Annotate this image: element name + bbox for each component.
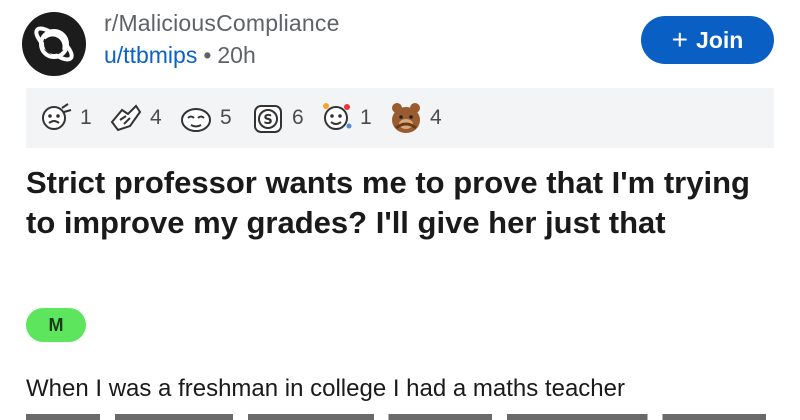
join-label: Join: [696, 26, 744, 53]
award-2-icon: [110, 104, 142, 132]
post-body-cutoff: [26, 408, 786, 420]
award-item[interactable]: 1: [36, 88, 92, 148]
post-header: r/MaliciousCompliance u/ttbmips • 20h + Jo…: [14, 8, 786, 80]
meta-separator: •: [203, 42, 212, 68]
post-age: 20h: [217, 42, 256, 68]
plus-icon: +: [671, 24, 689, 55]
post-title[interactable]: Strict professor wants me to prove that …: [26, 163, 786, 243]
award-count: 6: [292, 106, 304, 129]
join-button[interactable]: + Join: [641, 16, 774, 64]
post-flair[interactable]: M: [26, 308, 86, 342]
planet-icon: [34, 26, 74, 62]
award-5-icon: [323, 103, 352, 130]
subreddit-name[interactable]: r/MaliciousCompliance: [104, 10, 340, 37]
award-item[interactable]: 4: [106, 88, 162, 148]
award-1-icon: [42, 103, 72, 130]
award-count: 4: [430, 106, 442, 129]
award-6-icon: [392, 103, 420, 133]
author-link[interactable]: u/ttbmips: [104, 42, 197, 68]
award-count: 1: [360, 106, 372, 129]
award-item[interactable]: 4: [386, 88, 442, 148]
svg-text:S: S: [263, 113, 272, 128]
award-item[interactable]: 5: [176, 88, 232, 148]
subreddit-avatar[interactable]: [22, 12, 86, 76]
award-3-icon: [181, 108, 211, 132]
award-count: 1: [80, 106, 92, 129]
post-meta: u/ttbmips • 20h: [104, 42, 256, 69]
award-count: 5: [220, 106, 232, 129]
award-item[interactable]: 1: [316, 88, 372, 148]
award-item[interactable]: S 6: [248, 88, 304, 148]
awards-bar[interactable]: 1 4 5 S 6 1 4: [26, 88, 774, 148]
award-count: 4: [150, 106, 162, 129]
post-body: When I was a freshman in college I had a…: [26, 375, 625, 402]
award-4-icon: S: [254, 105, 282, 133]
